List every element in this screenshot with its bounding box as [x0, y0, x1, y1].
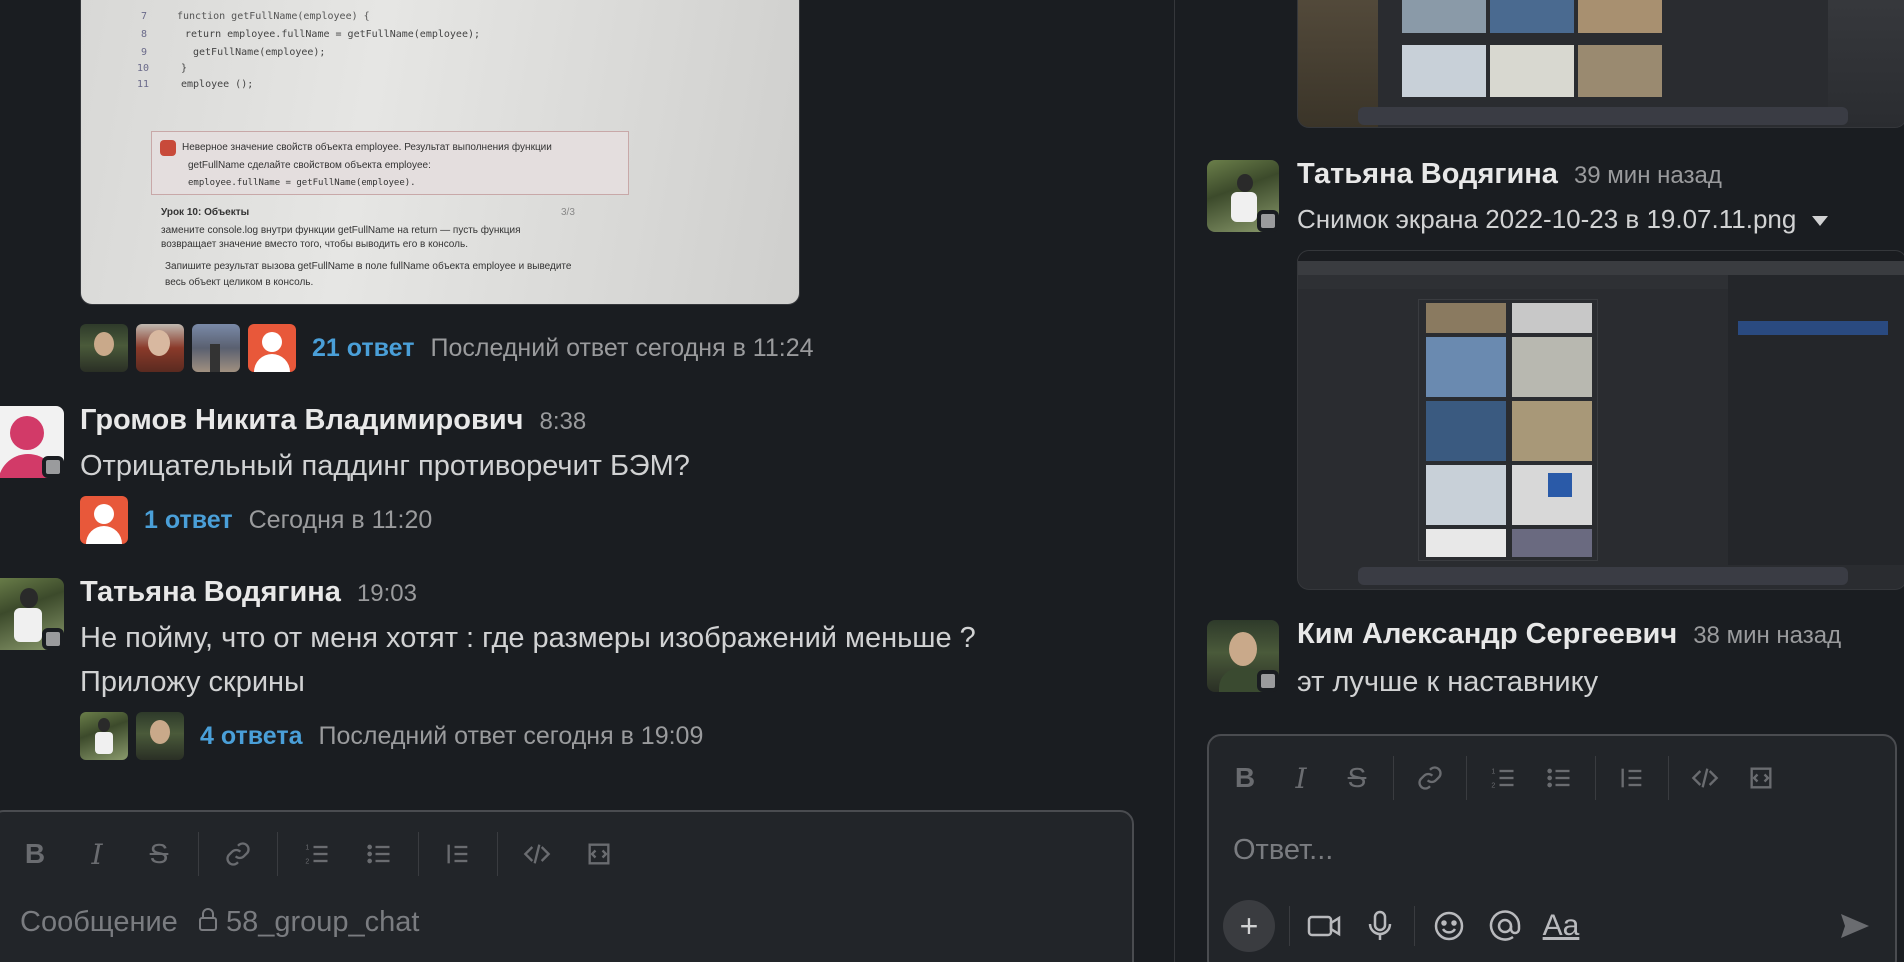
image-attachment[interactable] [1297, 0, 1904, 128]
author-name[interactable]: Татьяна Водягина [80, 576, 341, 609]
message-time[interactable]: 38 мин назад [1693, 622, 1841, 650]
reply-composer[interactable]: B I S 12 Ответ... + Aa [1207, 734, 1897, 962]
format-toolbar: B I S 12 [1217, 754, 1789, 802]
toolbar-separator [497, 832, 498, 876]
lock-icon [198, 907, 218, 940]
toolbar-separator [1668, 756, 1669, 800]
reply-count-link[interactable]: 4 ответа [200, 722, 303, 751]
strikethrough-icon[interactable]: S [1329, 754, 1385, 802]
last-reply-time: Последний ответ сегодня в 19:09 [318, 721, 704, 750]
thread-replies[interactable]: 1 ответ Сегодня в 11:20 [80, 496, 432, 544]
presence-indicator [1257, 670, 1279, 692]
svg-text:1: 1 [305, 844, 309, 851]
image-attachment[interactable] [1297, 250, 1904, 590]
message-text: Приложу скрины [80, 666, 305, 698]
svg-text:2: 2 [305, 858, 309, 865]
link-icon[interactable] [207, 830, 269, 878]
mention-icon[interactable] [1477, 898, 1533, 954]
presence-indicator [42, 628, 64, 650]
message-time[interactable]: 8:38 [539, 408, 586, 436]
bold-icon[interactable]: B [1217, 754, 1273, 802]
avatar [192, 324, 240, 372]
avatar [136, 324, 184, 372]
avatar [80, 712, 128, 760]
message-header: Ким Александр Сергеевич 38 мин назад [1297, 618, 1841, 651]
last-reply-time: Последний ответ сегодня в 11:24 [430, 333, 814, 362]
message-time[interactable]: 39 мин назад [1574, 162, 1722, 190]
message-text: Отрицательный паддинг противоречит БЭМ? [80, 450, 690, 482]
message-header: Татьяна Водягина 19:03 [80, 576, 417, 609]
lesson-box: Урок 10: Объекты 3/3 замените console.lo… [161, 207, 575, 288]
presence-indicator [1257, 210, 1279, 232]
chevron-down-icon [1812, 216, 1829, 227]
video-icon[interactable] [1296, 898, 1352, 954]
reply-count-link[interactable]: 21 ответ [312, 334, 415, 363]
channel-pane: 7 8 9 10 11 function getFullName(employe… [0, 0, 1174, 962]
last-reply-time: Сегодня в 11:20 [248, 505, 433, 534]
author-name[interactable]: Татьяна Водягина [1297, 158, 1558, 191]
format-toolbar: B I S 12 [4, 830, 630, 878]
bold-icon[interactable]: B [4, 830, 66, 878]
presence-indicator [42, 456, 64, 478]
message-composer[interactable]: B I S 12 Сообщение 58_group_chat [0, 810, 1134, 962]
svg-text:1: 1 [1491, 768, 1495, 775]
toolbar-separator [1595, 756, 1596, 800]
avatar [80, 324, 128, 372]
toolbar-separator [1466, 756, 1467, 800]
image-attachment[interactable]: 7 8 9 10 11 function getFullName(employe… [80, 0, 800, 305]
send-icon[interactable] [1827, 898, 1883, 954]
avatar [136, 712, 184, 760]
message-header: Татьяна Водягина 39 мин назад [1297, 158, 1722, 191]
code-block-icon[interactable] [568, 830, 630, 878]
strikethrough-icon[interactable]: S [128, 830, 190, 878]
code-block-icon[interactable] [1733, 754, 1789, 802]
blockquote-icon[interactable] [427, 830, 489, 878]
toolbar-separator [1393, 756, 1394, 800]
bullet-list-icon[interactable] [1531, 754, 1587, 802]
italic-icon[interactable]: I [66, 830, 128, 878]
code-icon[interactable] [1677, 754, 1733, 802]
italic-icon[interactable]: I [1273, 754, 1329, 802]
blockquote-icon[interactable] [1604, 754, 1660, 802]
reply-input[interactable]: Ответ... [1233, 834, 1333, 867]
avatar [80, 496, 128, 544]
ordered-list-icon[interactable]: 12 [286, 830, 348, 878]
author-name[interactable]: Громов Никита Владимирович [80, 404, 523, 437]
thread-pane: Татьяна Водягина 39 мин назад Снимок экр… [1175, 0, 1904, 962]
bullet-list-icon[interactable] [348, 830, 410, 878]
toolbar-separator [198, 832, 199, 876]
link-icon[interactable] [1402, 754, 1458, 802]
author-name[interactable]: Ким Александр Сергеевич [1297, 618, 1677, 651]
ordered-list-icon[interactable]: 12 [1475, 754, 1531, 802]
microphone-icon[interactable] [1352, 898, 1408, 954]
svg-text:2: 2 [1491, 782, 1495, 789]
file-name-toggle[interactable]: Снимок экрана 2022-10-23 в 19.07.11.png [1297, 204, 1829, 235]
thread-replies[interactable]: 4 ответа Последний ответ сегодня в 19:09 [80, 712, 703, 760]
code-editor-area: 7 8 9 10 11 function getFullName(employe… [137, 11, 481, 90]
toolbar-separator [1289, 906, 1290, 946]
toolbar-separator [277, 832, 278, 876]
message-time[interactable]: 19:03 [357, 580, 417, 608]
message-header: Громов Никита Владимирович 8:38 [80, 404, 586, 437]
plus-icon[interactable]: + [1223, 900, 1275, 952]
reply-count-link[interactable]: 1 ответ [144, 506, 233, 535]
emoji-icon[interactable] [1421, 898, 1477, 954]
thread-replies[interactable]: 21 ответ Последний ответ сегодня в 11:24 [80, 324, 814, 372]
message-text: эт лучше к наставнику [1297, 666, 1599, 698]
toolbar-separator [1414, 906, 1415, 946]
composer-actions: + Aa [1223, 898, 1589, 954]
message-text: Не пойму, что от меня хотят : где размер… [80, 622, 976, 654]
code-icon[interactable] [506, 830, 568, 878]
message-input[interactable]: Сообщение 58_group_chat [20, 906, 419, 940]
toolbar-separator [418, 832, 419, 876]
avatar [248, 324, 296, 372]
text-format-icon[interactable]: Aa [1533, 898, 1589, 954]
error-box: Неверное значение свойств объекта employ… [151, 131, 629, 195]
